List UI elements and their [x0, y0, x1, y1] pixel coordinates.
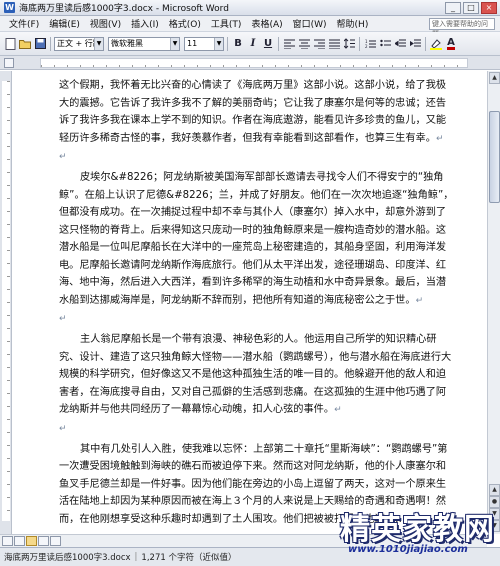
menu-tools[interactable]: 工具(T) [206, 17, 247, 30]
toolbar-divider [425, 36, 426, 51]
previous-page-icon[interactable]: ▲ [489, 484, 500, 496]
watermark-url: www.1010jiajiao.com [348, 544, 468, 555]
formatting-toolbar: 正文 + 行距 ▼ 微软雅黑 ▼ 11 ▼ B I U 12 A [0, 32, 500, 56]
align-right-icon[interactable] [312, 37, 326, 51]
close-button[interactable]: × [481, 1, 497, 14]
window-title: 海底两万里读后感1000字3.docx - Microsoft Word [19, 4, 229, 14]
title-bar: W 海底两万里读后感1000字3.docx - Microsoft Word _… [0, 0, 500, 16]
vertical-ruler-scale [2, 81, 10, 521]
reading-view-icon[interactable] [50, 536, 61, 546]
paragraph-text: 这个假期，我怀着无比兴奋的心情读了《海底两万里》这部小说。这部小说，给了我极大的… [59, 80, 447, 144]
paragraph[interactable]: 皮埃尔&#8226；阿龙纳斯被美国海军部部长邀请去寻找令人们不得安宁的“独角鲸”… [59, 169, 454, 310]
empty-paragraph[interactable]: ↵ [59, 310, 454, 331]
pilcrow-icon: ↵ [59, 314, 67, 324]
watermark-logo-text: 精英家教网 [340, 512, 495, 547]
decrease-indent-icon[interactable] [393, 37, 407, 51]
help-search-input[interactable]: 键入需要帮助的问题 [429, 17, 495, 38]
style-dropdown[interactable]: 正文 + 行距 ▼ [54, 36, 104, 51]
menu-format[interactable]: 格式(O) [164, 17, 206, 30]
print-view-icon[interactable] [26, 536, 37, 546]
status-character-count: 1,271 个字符（近似值） [141, 553, 237, 563]
align-left-icon[interactable] [282, 37, 296, 51]
font-value: 微软雅黑 [111, 38, 143, 48]
bullets-icon[interactable] [378, 37, 392, 51]
font-color-icon[interactable]: A [444, 37, 458, 51]
pilcrow-icon: ↵ [334, 405, 342, 415]
font-size-value: 11 [187, 38, 198, 48]
toolbar-divider [227, 36, 228, 51]
svg-text:2: 2 [365, 44, 368, 49]
paragraph[interactable]: 主人翁尼摩船长是一个带有浪漫、神秘色彩的人。他运用自己所学的知识精心研究、设计、… [59, 331, 454, 420]
status-filename: 海底两万里读后感1000字3.docx [4, 553, 131, 563]
align-center-icon[interactable] [297, 37, 311, 51]
maximize-button[interactable]: □ [463, 1, 479, 14]
menu-window[interactable]: 窗口(W) [288, 17, 332, 30]
underline-button[interactable]: U [261, 37, 275, 51]
menu-bar: 文件(F) 编辑(E) 视图(V) 插入(I) 格式(O) 工具(T) 表格(A… [0, 16, 500, 38]
highlight-icon[interactable] [429, 37, 443, 51]
web-view-icon[interactable] [14, 536, 25, 546]
pilcrow-icon: ↵ [59, 152, 67, 162]
document-body[interactable]: 这个假期，我怀着无比兴奋的心情读了《海底两万里》这部小说。这部小说，给了我极大的… [59, 77, 454, 528]
menu-help[interactable]: 帮助(H) [332, 17, 374, 30]
numbering-icon[interactable]: 12 [363, 37, 377, 51]
save-icon[interactable] [33, 37, 47, 51]
font-dropdown[interactable]: 微软雅黑 ▼ [108, 36, 180, 51]
word-app-icon: W [4, 2, 15, 13]
paragraph[interactable]: 这个假期，我怀着无比兴奋的心情读了《海底两万里》这部小说。这部小说，给了我极大的… [59, 77, 454, 148]
pilcrow-icon: ↵ [415, 295, 424, 306]
status-divider: | [134, 552, 138, 562]
normal-view-icon[interactable] [2, 536, 13, 546]
chevron-down-icon: ▼ [214, 37, 223, 50]
font-size-dropdown[interactable]: 11 ▼ [184, 36, 224, 51]
menu-file[interactable]: 文件(F) [4, 17, 44, 30]
toolbar-divider [278, 36, 279, 51]
menu-view[interactable]: 视图(V) [85, 17, 126, 30]
watermark: 精英家教网 www.1010jiajiao.com [340, 500, 500, 566]
empty-paragraph[interactable]: ↵ [59, 420, 454, 441]
minimize-button[interactable]: _ [445, 1, 461, 14]
empty-paragraph[interactable]: ↵ [59, 148, 454, 169]
paragraph-text: 皮埃尔&#8226；阿龙纳斯被美国海军部部长邀请去寻找令人们不得安宁的“独角鲸”… [59, 172, 454, 306]
justify-icon[interactable] [327, 37, 341, 51]
tab-selector-icon[interactable] [4, 58, 14, 68]
ruler-scale[interactable] [40, 58, 468, 68]
chevron-down-icon: ▼ [170, 37, 179, 50]
new-document-icon[interactable] [3, 37, 17, 51]
toolbar-divider [50, 36, 51, 51]
pilcrow-icon: ↵ [59, 423, 67, 434]
font-color-letter: A [447, 36, 455, 50]
menu-table[interactable]: 表格(A) [246, 17, 287, 30]
outline-view-icon[interactable] [38, 536, 49, 546]
menu-insert[interactable]: 插入(I) [126, 17, 164, 30]
line-spacing-icon[interactable] [342, 37, 356, 51]
menu-edit[interactable]: 编辑(E) [44, 17, 85, 30]
bold-button[interactable]: B [231, 37, 245, 51]
horizontal-ruler [0, 56, 500, 70]
toolbar-divider [359, 36, 360, 51]
vertical-ruler [0, 71, 12, 534]
increase-indent-icon[interactable] [408, 37, 422, 51]
italic-button[interactable]: I [246, 37, 260, 51]
chevron-down-icon: ▼ [94, 37, 103, 50]
scroll-up-icon[interactable]: ▲ [489, 72, 500, 84]
pilcrow-icon: ↵ [435, 133, 444, 144]
document-page[interactable]: 这个假期，我怀着无比兴奋的心情读了《海底两万里》这部小说。这部小说，给了我极大的… [12, 71, 487, 534]
scroll-thumb[interactable] [489, 111, 500, 203]
paragraph-text: 主人翁尼摩船长是一个带有浪漫、神秘色彩的人。他运用自己所学的知识精心研究、设计、… [59, 334, 452, 415]
open-folder-icon[interactable] [18, 37, 32, 51]
vertical-scrollbar[interactable]: ▲ ▲ ● ▼ ▼ [487, 71, 500, 534]
